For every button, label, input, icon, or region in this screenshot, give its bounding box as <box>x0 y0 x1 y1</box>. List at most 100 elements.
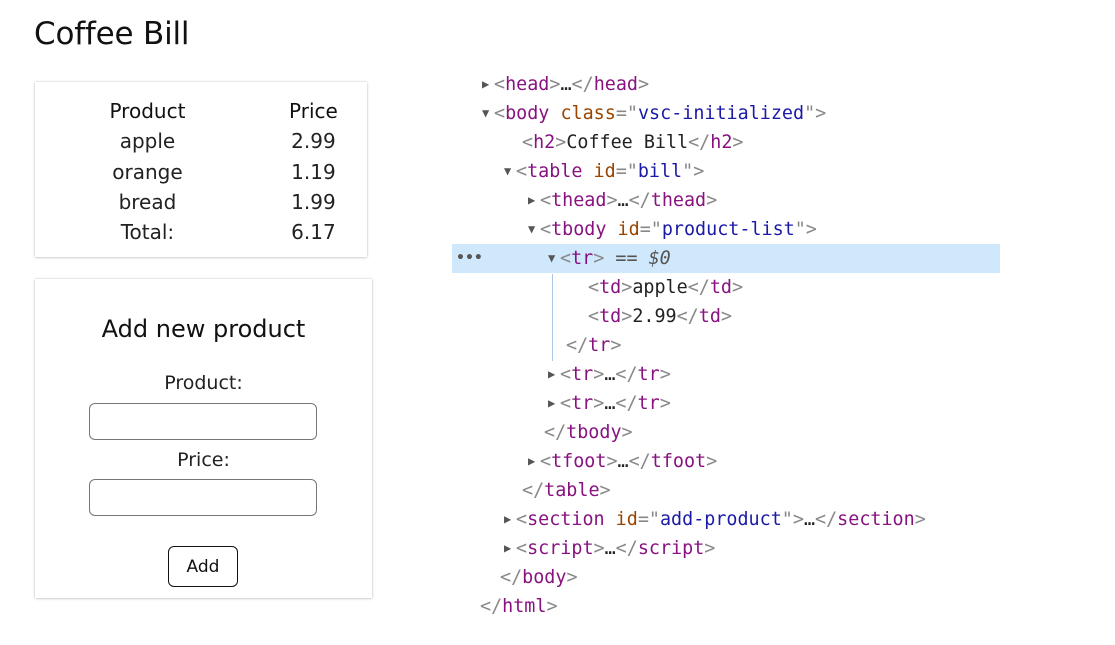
collapsed-arrow-icon[interactable]: ▶ <box>548 360 560 389</box>
tag-name: tr <box>571 393 594 414</box>
dom-node-table[interactable]: ▼ <table id="bill"> <box>452 157 1000 186</box>
attr-value: bill <box>637 161 683 182</box>
dom-node-tr[interactable]: ▶ <tr>…</tr> <box>452 360 1000 389</box>
price-cell: 2.99 <box>291 129 336 154</box>
product-cell: bread <box>118 190 177 215</box>
bill-table-card: Product Price apple 2.99 orange 1.19 bre… <box>35 82 367 257</box>
price-column-header: Price <box>289 99 338 124</box>
attr-value: product-list <box>661 219 795 240</box>
tag-name: tbody <box>566 422 622 443</box>
dom-node-td[interactable]: <td>apple</td> <box>452 273 1000 302</box>
tag-name: td <box>599 306 622 327</box>
tag-name: script <box>527 538 594 559</box>
attr-value: vsc-initialized <box>637 103 805 124</box>
attr-name: id <box>593 161 616 182</box>
more-options-icon[interactable]: ••• <box>456 244 483 273</box>
tag-name: head <box>505 74 550 95</box>
price-input[interactable] <box>89 479 317 516</box>
dom-node-section[interactable]: ▶ <section id="add-product">…</section> <box>452 505 1000 534</box>
ellipsis: … <box>604 393 616 414</box>
tag-name: thead <box>551 190 607 211</box>
tag-name: tr <box>588 335 611 356</box>
tree-guide-line <box>552 274 553 361</box>
tag-name: td <box>709 277 732 298</box>
dom-node-tbody-close[interactable]: </tbody> <box>452 418 1000 447</box>
dom-node-tbody[interactable]: ▼ <tbody id="product-list"> <box>452 215 1000 244</box>
attr-name: id <box>617 219 640 240</box>
tag-name: h2 <box>533 132 556 153</box>
tag-name: h2 <box>710 132 733 153</box>
tag-name: table <box>544 480 600 501</box>
node-text: apple <box>632 277 688 298</box>
table-row: apple 2.99 <box>35 126 367 156</box>
ellipsis: … <box>803 509 816 530</box>
dom-node-h2[interactable]: <h2>Coffee Bill</h2> <box>452 128 1000 157</box>
collapsed-arrow-icon[interactable]: ▶ <box>504 505 516 534</box>
dom-node-head[interactable]: ▶ <head>…</head> <box>452 70 1000 99</box>
node-text: 2.99 <box>632 306 677 327</box>
dom-node-script[interactable]: ▶ <script>…</script> <box>452 534 1000 563</box>
product-input[interactable] <box>89 403 317 440</box>
price-cell: 1.19 <box>291 159 336 184</box>
dom-node-tr-selected[interactable]: ••• ▼ <tr> == $0 <box>452 244 1000 273</box>
table-row: bread 1.99 <box>35 187 367 217</box>
ellipsis: … <box>604 364 616 385</box>
tag-name: tr <box>637 393 660 414</box>
bill-table: Product Price apple 2.99 orange 1.19 bre… <box>35 96 367 247</box>
bill-header-row: Product Price <box>35 96 367 126</box>
tag-name: td <box>599 277 622 298</box>
node-text: Coffee Bill <box>566 132 689 153</box>
tag-name: table <box>527 161 583 182</box>
tag-name: tr <box>571 248 594 269</box>
product-field-label: Product: <box>164 372 243 394</box>
collapsed-arrow-icon[interactable]: ▶ <box>528 186 540 215</box>
expanded-arrow-icon[interactable]: ▼ <box>548 244 560 273</box>
dom-node-td[interactable]: <td>2.99</td> <box>452 302 1000 331</box>
add-product-section: Add new product Product: Price: Add <box>35 279 372 598</box>
tag-name: html <box>502 596 547 617</box>
collapsed-arrow-icon[interactable]: ▶ <box>482 70 494 99</box>
selected-node-marker: == $0 <box>615 248 671 269</box>
dom-node-thead[interactable]: ▶ <thead>…</thead> <box>452 186 1000 215</box>
table-row: orange 1.19 <box>35 157 367 187</box>
tag-name: thead <box>650 190 707 211</box>
expanded-arrow-icon[interactable]: ▼ <box>504 157 516 186</box>
tag-name: tr <box>637 364 660 385</box>
attr-value: add-product <box>659 509 782 530</box>
attr-name: class <box>560 103 616 124</box>
expanded-arrow-icon[interactable]: ▼ <box>482 99 494 128</box>
total-row: Total: 6.17 <box>35 217 367 247</box>
total-value: 6.17 <box>291 220 336 245</box>
collapsed-arrow-icon[interactable]: ▶ <box>504 534 516 563</box>
ellipsis: … <box>617 190 629 211</box>
tag-name: body <box>522 567 567 588</box>
add-button[interactable]: Add <box>168 546 238 587</box>
expanded-arrow-icon[interactable]: ▼ <box>528 215 540 244</box>
product-list: apple 2.99 orange 1.19 bread 1.99 <box>35 126 367 217</box>
page-title: Coffee Bill <box>34 16 190 52</box>
product-column-header: Product <box>109 99 186 124</box>
dom-node-tr-close[interactable]: </tr> <box>452 331 1000 360</box>
tag-name: tfoot <box>650 451 707 472</box>
ellipsis: … <box>560 74 572 95</box>
tag-name: section <box>527 509 605 530</box>
collapsed-arrow-icon[interactable]: ▶ <box>528 447 540 476</box>
dom-node-tfoot[interactable]: ▶ <tfoot>…</tfoot> <box>452 447 1000 476</box>
attr-name: id <box>615 509 638 530</box>
product-cell: apple <box>119 129 176 154</box>
price-field-label: Price: <box>177 449 230 471</box>
ellipsis: … <box>617 451 629 472</box>
dom-node-body-close[interactable]: </body> <box>452 563 1000 592</box>
product-cell: orange <box>112 159 183 184</box>
add-product-heading: Add new product <box>101 315 306 343</box>
collapsed-arrow-icon[interactable]: ▶ <box>548 389 560 418</box>
dom-node-tr[interactable]: ▶ <tr>…</tr> <box>452 389 1000 418</box>
dom-node-table-close[interactable]: </table> <box>452 476 1000 505</box>
tag-name: tbody <box>551 219 607 240</box>
tag-name: td <box>698 306 721 327</box>
tag-name: body <box>505 103 550 124</box>
dom-node-body[interactable]: ▼ <body class="vsc-initialized"> <box>452 99 1000 128</box>
dom-node-html-close[interactable]: </html> <box>452 592 1000 621</box>
ellipsis: … <box>604 538 616 559</box>
tag-name: section <box>837 509 915 530</box>
